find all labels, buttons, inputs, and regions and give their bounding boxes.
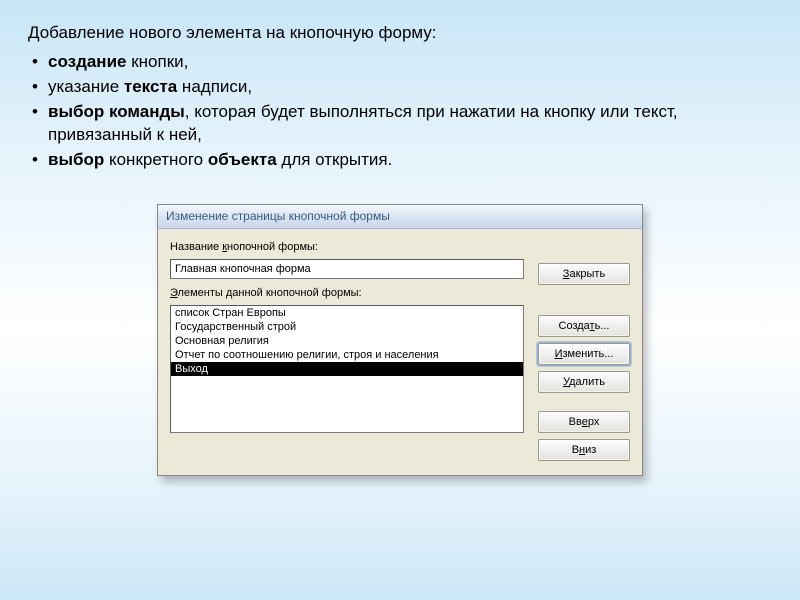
edit-button[interactable]: Изменить... xyxy=(538,343,630,365)
list-item[interactable]: Государственный строй xyxy=(171,320,523,334)
spacer xyxy=(538,399,630,405)
dialog-titlebar: Изменение страницы кнопочной формы xyxy=(158,205,642,229)
list-item[interactable]: Основная религия xyxy=(171,334,523,348)
bullet-item: указание текста надписи, xyxy=(32,76,772,99)
dialog-right-column: Закрыть Создать... Изменить... Удалить В… xyxy=(538,239,630,461)
dialog-left-column: Название кнопочной формы: Элементы данно… xyxy=(170,239,524,461)
delete-button[interactable]: Удалить xyxy=(538,371,630,393)
dialog-window: Изменение страницы кнопочной формы Назва… xyxy=(157,204,643,476)
bullet-item: выбор команды, которая будет выполняться… xyxy=(32,101,772,147)
create-button[interactable]: Создать... xyxy=(538,315,630,337)
form-name-label: Название кнопочной формы: xyxy=(170,241,524,253)
list-item[interactable]: список Стран Европы xyxy=(171,306,523,320)
elements-label: Элементы данной кнопочной формы: xyxy=(170,287,524,299)
form-name-input[interactable] xyxy=(170,259,524,279)
bullet-list: создание кнопки, указание текста надписи… xyxy=(28,51,772,172)
dialog-body: Название кнопочной формы: Элементы данно… xyxy=(158,229,642,475)
close-button[interactable]: Закрыть xyxy=(538,263,630,285)
list-item[interactable]: Отчет по соотношению религии, строя и на… xyxy=(171,348,523,362)
down-button[interactable]: Вниз xyxy=(538,439,630,461)
spacer xyxy=(538,291,630,309)
elements-listbox[interactable]: список Стран Европы Государственный стро… xyxy=(170,305,524,433)
dialog-title: Изменение страницы кнопочной формы xyxy=(166,209,390,223)
list-item[interactable]: Выход xyxy=(171,362,523,376)
bullet-item: создание кнопки, xyxy=(32,51,772,74)
up-button[interactable]: Вверх xyxy=(538,411,630,433)
slide-heading: Добавление нового элемента на кнопочную … xyxy=(28,22,772,45)
slide-container: Добавление нового элемента на кнопочную … xyxy=(0,0,800,600)
spacer xyxy=(538,239,630,257)
bullet-item: выбор конкретного объекта для открытия. xyxy=(32,149,772,172)
